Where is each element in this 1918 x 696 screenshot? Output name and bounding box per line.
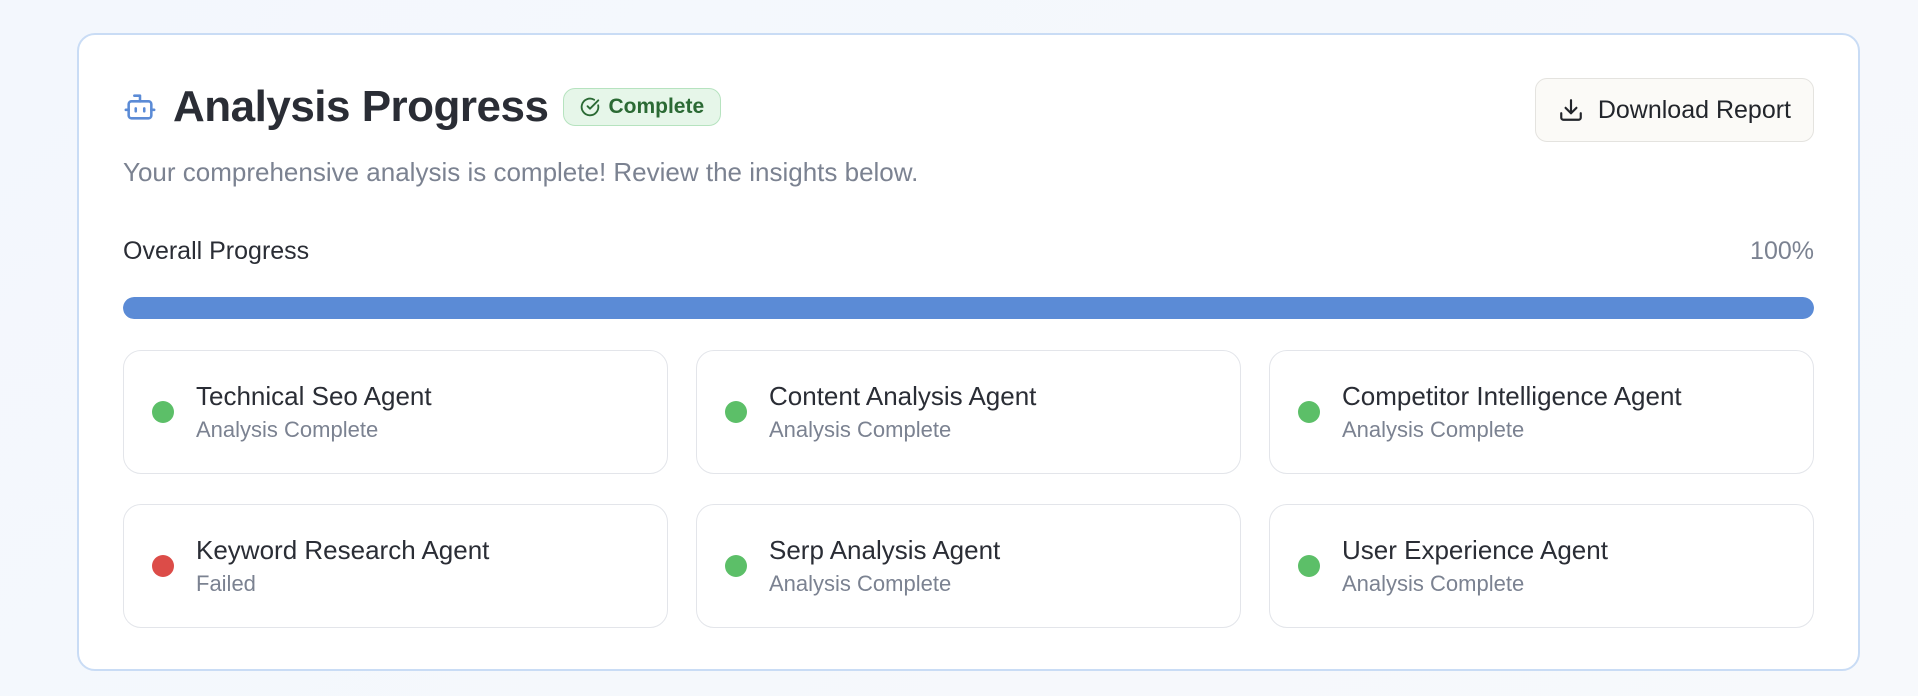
status-dot: [152, 555, 174, 577]
agent-card: Serp Analysis Agent Analysis Complete: [696, 504, 1241, 628]
status-dot: [152, 401, 174, 423]
agent-status: Analysis Complete: [1342, 416, 1525, 442]
analysis-progress-card: Analysis Progress Complete Download Repo…: [77, 33, 1860, 671]
download-report-label: Download Report: [1597, 95, 1791, 124]
agent-card: Competitor Intelligence Agent Analysis C…: [1269, 350, 1814, 474]
overall-progress-label: Overall Progress: [123, 237, 310, 265]
page-title: Analysis Progress: [173, 82, 549, 131]
check-circle-icon: [581, 97, 600, 117]
agent-name: Technical Seo Agent: [196, 381, 432, 412]
agent-status: Analysis Complete: [1342, 570, 1525, 596]
agent-status: Analysis Complete: [769, 570, 952, 596]
card-header: Analysis Progress Complete Download Repo…: [123, 78, 1814, 142]
status-dot: [1298, 401, 1320, 423]
robot-icon: [123, 90, 157, 124]
overall-progress-value: 100%: [1750, 237, 1814, 265]
agent-card: User Experience Agent Analysis Complete: [1269, 504, 1814, 628]
status-badge: Complete: [563, 88, 722, 126]
status-dot: [725, 555, 747, 577]
status-dot: [725, 401, 747, 423]
agent-card: Content Analysis Agent Analysis Complete: [696, 350, 1241, 474]
download-icon: [1559, 99, 1582, 121]
agent-name: Serp Analysis Agent: [769, 535, 1001, 566]
agent-name: User Experience Agent: [1342, 535, 1608, 566]
overall-progress-fill: [123, 297, 1814, 319]
agent-status: Failed: [196, 570, 256, 596]
subtitle: Your comprehensive analysis is complete!…: [123, 157, 919, 187]
agent-name: Competitor Intelligence Agent: [1342, 381, 1682, 412]
agent-card: Keyword Research Agent Failed: [123, 504, 668, 628]
download-report-button[interactable]: Download Report: [1534, 78, 1814, 142]
agent-card: Technical Seo Agent Analysis Complete: [123, 350, 668, 474]
overall-progress-bar: [123, 297, 1814, 319]
agent-status: Analysis Complete: [196, 416, 379, 442]
agent-status: Analysis Complete: [769, 416, 952, 442]
status-badge-label: Complete: [608, 95, 705, 118]
agent-grid: Technical Seo Agent Analysis Complete Co…: [123, 350, 1814, 628]
status-dot: [1298, 555, 1320, 577]
agent-name: Keyword Research Agent: [196, 535, 490, 566]
agent-name: Content Analysis Agent: [769, 381, 1037, 412]
